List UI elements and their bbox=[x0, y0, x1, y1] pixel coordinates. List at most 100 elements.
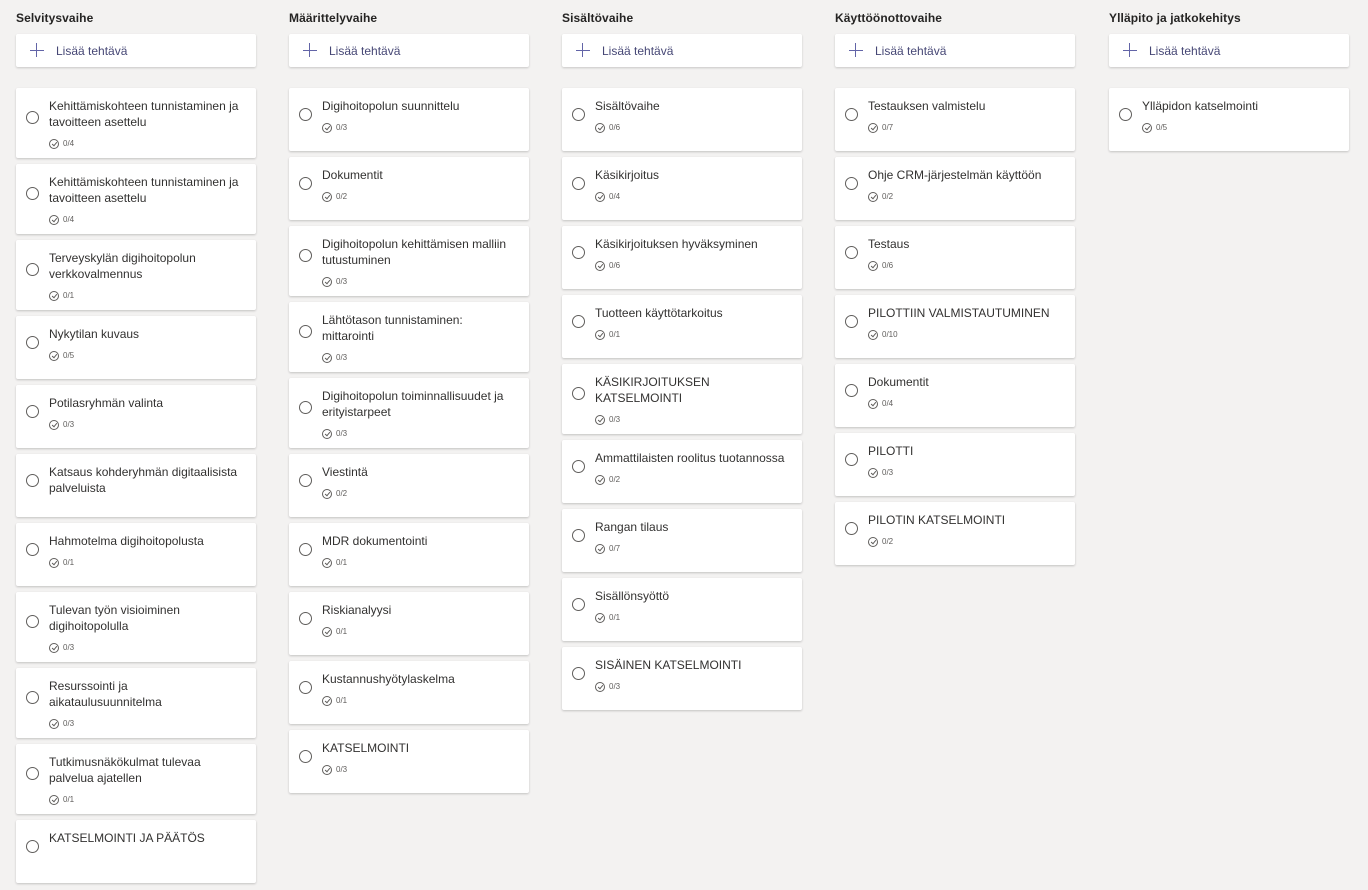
task-card[interactable]: Testaus 0/6 bbox=[835, 226, 1075, 289]
checklist-icon bbox=[595, 261, 605, 271]
complete-task-checkbox[interactable] bbox=[572, 176, 585, 190]
task-card[interactable]: Nykytilan kuvaus 0/5 bbox=[16, 316, 256, 379]
complete-task-checkbox[interactable] bbox=[26, 767, 39, 780]
task-card[interactable]: Sisällönsyöttö 0/1 bbox=[562, 578, 802, 641]
task-card[interactable]: Digihoitopolun suunnittelu 0/3 bbox=[289, 88, 529, 151]
complete-task-checkbox[interactable] bbox=[26, 615, 39, 628]
task-card[interactable]: Dokumentit 0/2 bbox=[289, 157, 529, 220]
task-card[interactable]: MDR dokumentointi 0/1 bbox=[289, 523, 529, 586]
task-card[interactable]: Viestintä 0/2 bbox=[289, 454, 529, 517]
task-card[interactable]: Resurssointi ja aikataulusuunnitelma 0/3 bbox=[16, 668, 256, 738]
task-card[interactable]: Kehittämiskohteen tunnistaminen ja tavoi… bbox=[16, 88, 256, 158]
checklist-progress: 0/3 bbox=[49, 419, 244, 431]
complete-task-checkbox[interactable] bbox=[845, 452, 858, 466]
add-task-button[interactable]: Lisää tehtävä bbox=[16, 34, 256, 67]
complete-task-checkbox[interactable] bbox=[299, 249, 312, 262]
task-card[interactable]: Sisältövaihe 0/6 bbox=[562, 88, 802, 151]
add-task-button[interactable]: Lisää tehtävä bbox=[562, 34, 802, 67]
complete-task-checkbox[interactable] bbox=[299, 176, 312, 190]
task-card[interactable]: Dokumentit 0/4 bbox=[835, 364, 1075, 427]
task-card[interactable]: Käsikirjoituksen hyväksyminen 0/6 bbox=[562, 226, 802, 289]
complete-task-checkbox[interactable] bbox=[845, 521, 858, 535]
complete-task-checkbox[interactable] bbox=[572, 387, 585, 400]
task-list: Sisältövaihe 0/6 Käsikirjoitus 0/4 Käsikirjo… bbox=[562, 88, 802, 710]
bucket-title[interactable]: Selvitysvaihe bbox=[16, 11, 93, 25]
task-card[interactable]: Tutkimusnäkökulmat tulevaa palvelua ajat… bbox=[16, 744, 256, 814]
complete-task-checkbox[interactable] bbox=[26, 473, 39, 487]
task-card[interactable]: SISÄINEN KATSELMOINTI 0/3 bbox=[562, 647, 802, 710]
bucket-title[interactable]: Sisältövaihe bbox=[562, 11, 633, 25]
task-title: Potilasryhmän valinta bbox=[49, 396, 164, 410]
complete-task-checkbox[interactable] bbox=[26, 404, 39, 418]
task-card[interactable]: Tulevan työn visioiminen digihoitopolull… bbox=[16, 592, 256, 662]
task-card[interactable]: Digihoitopolun toiminnallisuudet ja erit… bbox=[289, 378, 529, 448]
add-task-button[interactable]: Lisää tehtävä bbox=[1109, 34, 1349, 67]
task-card[interactable]: Tuotteen käyttötarkoitus 0/1 bbox=[562, 295, 802, 358]
complete-task-checkbox[interactable] bbox=[572, 245, 585, 259]
task-card[interactable]: Käsikirjoitus 0/4 bbox=[562, 157, 802, 220]
complete-task-checkbox[interactable] bbox=[845, 245, 858, 259]
task-card[interactable]: PILOTIN KATSELMOINTI 0/2 bbox=[835, 502, 1075, 565]
task-card[interactable]: Kustannushyötylaskelma 0/1 bbox=[289, 661, 529, 724]
complete-task-checkbox[interactable] bbox=[299, 401, 312, 414]
task-card[interactable]: Digihoitopolun kehittämisen malliin tutu… bbox=[289, 226, 529, 296]
complete-task-checkbox[interactable] bbox=[845, 176, 858, 190]
complete-task-checkbox[interactable] bbox=[572, 107, 585, 121]
complete-task-checkbox[interactable] bbox=[299, 325, 312, 338]
complete-task-checkbox[interactable] bbox=[26, 839, 39, 853]
task-card[interactable]: KÄSIKIRJOITUKSEN KATSELMOINTI 0/3 bbox=[562, 364, 802, 434]
checklist-count: 0/10 bbox=[882, 330, 898, 339]
bucket-title[interactable]: Käyttöönottovaihe bbox=[835, 11, 942, 25]
bucket-title[interactable]: Ylläpito ja jatkokehitys bbox=[1109, 11, 1241, 25]
complete-task-checkbox[interactable] bbox=[572, 597, 585, 611]
task-card[interactable]: KATSELMOINTI 0/3 bbox=[289, 730, 529, 793]
complete-task-checkbox[interactable] bbox=[572, 528, 585, 542]
complete-task-checkbox[interactable] bbox=[299, 107, 312, 121]
task-card[interactable]: KATSELMOINTI JA PÄÄTÖS bbox=[16, 820, 256, 883]
plus-icon bbox=[303, 43, 317, 57]
task-title: Kustannushyötylaskelma bbox=[322, 672, 455, 686]
task-card[interactable]: PILOTTI 0/3 bbox=[835, 433, 1075, 496]
complete-task-checkbox[interactable] bbox=[1119, 107, 1132, 121]
add-task-button[interactable]: Lisää tehtävä bbox=[835, 34, 1075, 67]
complete-task-checkbox[interactable] bbox=[299, 749, 312, 763]
complete-task-checkbox[interactable] bbox=[299, 680, 312, 694]
complete-task-checkbox[interactable] bbox=[26, 187, 39, 200]
task-card[interactable]: Testauksen valmistelu 0/7 bbox=[835, 88, 1075, 151]
complete-task-checkbox[interactable] bbox=[845, 314, 858, 328]
bucket-title[interactable]: Määrittelyvaihe bbox=[289, 11, 377, 25]
task-card[interactable]: Rangan tilaus 0/7 bbox=[562, 509, 802, 572]
checklist-progress: 0/3 bbox=[322, 428, 517, 440]
complete-task-checkbox[interactable] bbox=[572, 314, 585, 328]
complete-task-checkbox[interactable] bbox=[299, 611, 312, 625]
checklist-icon bbox=[595, 544, 605, 554]
complete-task-checkbox[interactable] bbox=[26, 335, 39, 349]
checklist-progress: 0/5 bbox=[1142, 122, 1337, 134]
add-task-button[interactable]: Lisää tehtävä bbox=[289, 34, 529, 67]
task-card[interactable]: Kehittämiskohteen tunnistaminen ja tavoi… bbox=[16, 164, 256, 234]
complete-task-checkbox[interactable] bbox=[845, 383, 858, 397]
complete-task-checkbox[interactable] bbox=[26, 691, 39, 704]
task-card[interactable]: Ohje CRM-järjestelmän käyttöön 0/2 bbox=[835, 157, 1075, 220]
task-title: SISÄINEN KATSELMOINTI bbox=[595, 658, 742, 672]
task-card[interactable]: PILOTTIIN VALMISTAUTUMINEN 0/10 bbox=[835, 295, 1075, 358]
complete-task-checkbox[interactable] bbox=[299, 473, 312, 487]
task-card[interactable]: Ylläpidon katselmointi 0/5 bbox=[1109, 88, 1349, 151]
task-card[interactable]: Potilasryhmän valinta 0/3 bbox=[16, 385, 256, 448]
complete-task-checkbox[interactable] bbox=[26, 542, 39, 556]
task-card[interactable]: Katsaus kohderyhmän digitaalisista palve… bbox=[16, 454, 256, 517]
task-card[interactable]: Hahmotelma digihoitopolusta 0/1 bbox=[16, 523, 256, 586]
task-card[interactable]: Riskianalyysi 0/1 bbox=[289, 592, 529, 655]
task-title: KATSELMOINTI bbox=[322, 741, 410, 755]
task-title: Käsikirjoitus bbox=[595, 168, 660, 182]
complete-task-checkbox[interactable] bbox=[572, 666, 585, 680]
complete-task-checkbox[interactable] bbox=[299, 542, 312, 556]
checklist-progress: 0/1 bbox=[322, 626, 517, 638]
complete-task-checkbox[interactable] bbox=[26, 111, 39, 124]
complete-task-checkbox[interactable] bbox=[845, 107, 858, 121]
complete-task-checkbox[interactable] bbox=[572, 459, 585, 473]
task-card[interactable]: Ammattilaisten roolitus tuotannossa 0/2 bbox=[562, 440, 802, 503]
task-card[interactable]: Terveyskylän digihoitopolun verkkovalmen… bbox=[16, 240, 256, 310]
task-card[interactable]: Lähtötason tunnistaminen: mittarointi 0/3 bbox=[289, 302, 529, 372]
complete-task-checkbox[interactable] bbox=[26, 263, 39, 276]
